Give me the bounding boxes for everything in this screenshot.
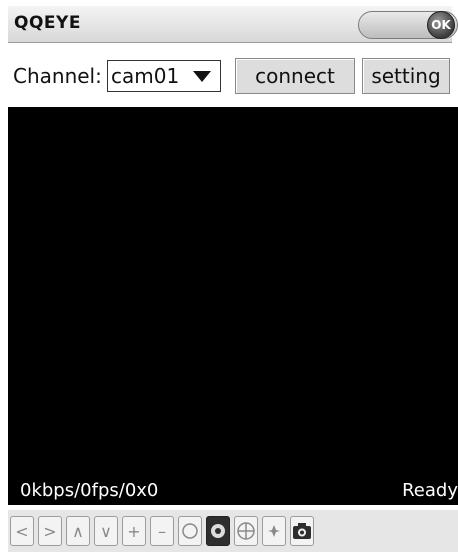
chevron-right-icon: >	[43, 521, 57, 541]
connection-status: Ready	[402, 480, 458, 501]
channel-select-value: cam01	[111, 64, 180, 88]
minus-icon: –	[158, 521, 166, 541]
star-icon	[268, 525, 280, 537]
chevron-down-icon	[193, 70, 211, 82]
record-icon	[211, 524, 225, 538]
tilt-up-button[interactable]: ∧	[66, 516, 90, 546]
record-button[interactable]	[206, 516, 230, 546]
center-view-button[interactable]	[234, 516, 258, 546]
chevron-down-icon: ∨	[100, 521, 112, 541]
pan-left-button[interactable]: <	[10, 516, 34, 546]
app-title: QQEYE	[14, 13, 81, 33]
record-stop-button[interactable]	[178, 516, 202, 546]
pan-right-button[interactable]: >	[38, 516, 62, 546]
video-view[interactable]: 0kbps/0fps/0x0 Ready	[8, 107, 458, 505]
connect-button[interactable]: connect	[235, 58, 355, 94]
title-bar: QQEYE OK	[8, 6, 458, 43]
zoom-in-button[interactable]: +	[122, 516, 146, 546]
control-bar: < > ∧ ∨ + –	[8, 510, 458, 552]
crosshair-icon	[237, 522, 255, 540]
circle-icon	[182, 523, 198, 539]
channel-label: Channel:	[13, 64, 102, 88]
ok-icon: OK	[431, 18, 451, 32]
camera-icon	[293, 523, 311, 539]
chevron-left-icon: <	[15, 521, 29, 541]
tilt-down-button[interactable]: ∨	[94, 516, 118, 546]
ok-button[interactable]: OK	[427, 11, 455, 39]
plus-icon: +	[127, 521, 141, 541]
snapshot-button[interactable]	[290, 516, 314, 546]
focus-button[interactable]	[262, 516, 286, 546]
zoom-out-button[interactable]: –	[150, 516, 174, 546]
title-bar-pill: OK	[358, 11, 458, 39]
setting-button[interactable]: setting	[362, 58, 450, 94]
channel-select[interactable]: cam01	[107, 60, 221, 92]
chevron-up-icon: ∧	[72, 521, 84, 541]
stream-stats: 0kbps/0fps/0x0	[20, 480, 159, 501]
